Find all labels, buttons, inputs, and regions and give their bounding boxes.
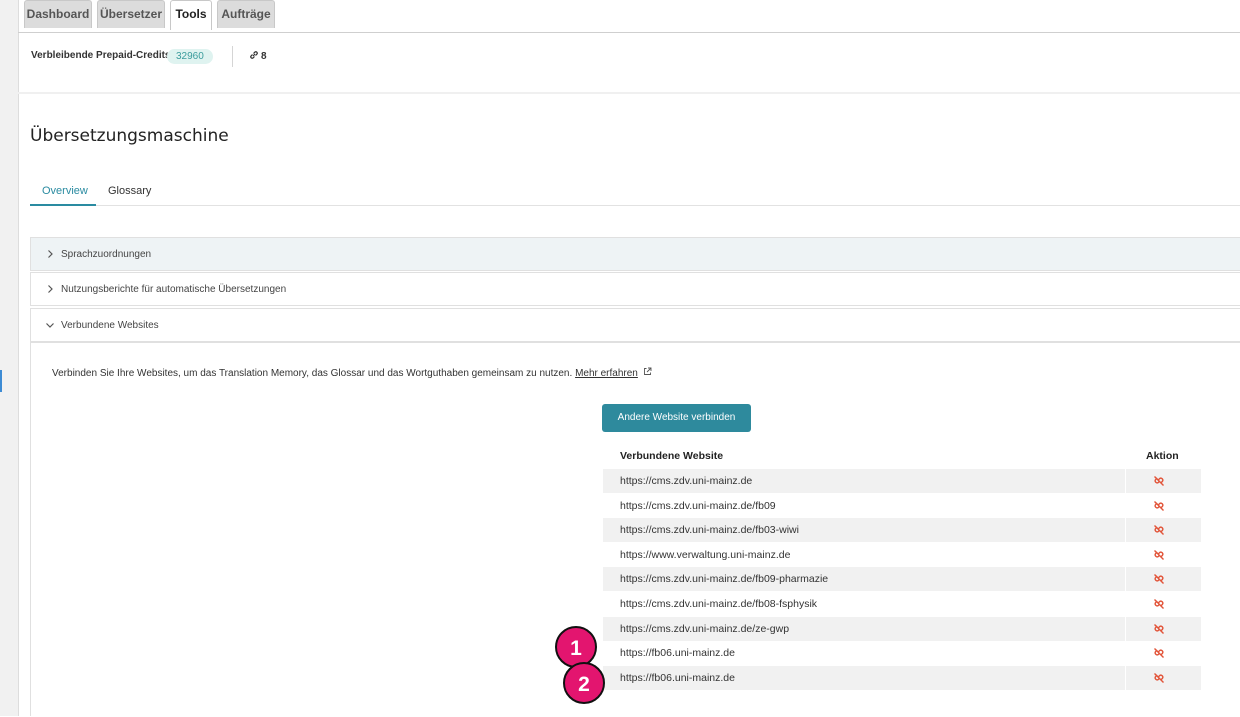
page-title: Übersetzungsmaschine xyxy=(30,126,229,146)
tab-tools[interactable]: Tools xyxy=(170,0,212,30)
table-row: https://cms.zdv.uni-mainz.de/fb03-wiwi xyxy=(603,518,1201,542)
external-link-icon xyxy=(643,367,652,375)
website-url: https://cms.zdv.uni-mainz.de xyxy=(620,475,753,487)
accordion-verbundene-websites[interactable]: Verbundene Websites xyxy=(30,308,1240,342)
unlink-icon[interactable] xyxy=(1152,572,1166,586)
header-separator xyxy=(18,92,1240,94)
tab-auftraege[interactable]: Aufträge xyxy=(217,0,275,28)
unlink-icon[interactable] xyxy=(1152,548,1166,562)
chevron-right-icon xyxy=(44,248,56,260)
link-icon xyxy=(250,51,258,59)
cell-separator xyxy=(1125,518,1126,542)
credits-divider xyxy=(232,46,233,67)
cell-separator xyxy=(1125,567,1126,591)
linked-count-value: 8 xyxy=(261,51,267,62)
cell-separator xyxy=(1125,666,1126,690)
unlink-icon[interactable] xyxy=(1152,523,1166,537)
website-url: https://www.verwaltung.uni-mainz.de xyxy=(620,549,791,561)
subtab-overview[interactable]: Overview xyxy=(42,185,88,197)
table-row: https://fb06.uni-mainz.de xyxy=(603,641,1201,665)
accordion-sprachzuordnungen[interactable]: Sprachzuordnungen xyxy=(30,237,1240,271)
subtab-active-indicator xyxy=(30,204,96,206)
description-text: Verbinden Sie Ihre Websites, um das Tran… xyxy=(52,368,573,379)
accordion-label: Sprachzuordnungen xyxy=(61,249,152,260)
credits-label: Verbleibende Prepaid-Credits xyxy=(31,50,171,61)
unlink-icon[interactable] xyxy=(1152,597,1166,611)
left-rail xyxy=(0,0,19,716)
subtab-glossary[interactable]: Glossary xyxy=(108,185,151,197)
table-row: https://cms.zdv.uni-mainz.de/fb09 xyxy=(603,494,1201,518)
connected-description: Verbinden Sie Ihre Websites, um das Tran… xyxy=(52,367,652,379)
cell-separator xyxy=(1125,543,1126,567)
step-marker-1: 1 xyxy=(555,626,597,668)
cell-separator xyxy=(1125,592,1126,616)
accordion-label: Verbundene Websites xyxy=(61,320,159,331)
rail-marker xyxy=(0,370,2,392)
table-row: https://fb06.uni-mainz.de xyxy=(603,666,1201,690)
cell-separator xyxy=(1125,494,1126,518)
website-url: https://fb06.uni-mainz.de xyxy=(620,647,735,659)
table-row: https://cms.zdv.uni-mainz.de/ze-gwp xyxy=(603,617,1201,641)
website-url: https://cms.zdv.uni-mainz.de/fb03-wiwi xyxy=(620,524,799,536)
website-url: https://cms.zdv.uni-mainz.de/ze-gwp xyxy=(620,623,790,635)
unlink-icon[interactable] xyxy=(1152,499,1166,513)
unlink-icon[interactable] xyxy=(1152,671,1166,685)
table-row: https://cms.zdv.uni-mainz.de xyxy=(603,469,1201,493)
learn-more-link[interactable]: Mehr erfahren xyxy=(575,368,638,379)
chevron-right-icon xyxy=(44,283,56,295)
table-row: https://cms.zdv.uni-mainz.de/fb09-pharma… xyxy=(603,567,1201,591)
connect-website-button[interactable]: Andere Website verbinden xyxy=(602,404,751,432)
credits-badge: 32960 xyxy=(167,49,213,64)
column-header-website: Verbundene Website xyxy=(620,450,724,462)
linked-sites-count: 8 xyxy=(249,50,267,62)
website-url: https://cms.zdv.uni-mainz.de/fb09 xyxy=(620,500,776,512)
tab-dashboard[interactable]: Dashboard xyxy=(24,0,92,28)
unlink-icon[interactable] xyxy=(1152,474,1166,488)
unlink-icon[interactable] xyxy=(1152,646,1166,660)
column-header-action: Aktion xyxy=(1146,450,1179,462)
chevron-down-icon xyxy=(44,319,56,331)
subtab-baseline xyxy=(30,205,1240,206)
accordion-nutzungsberichte[interactable]: Nutzungsberichte für automatische Überse… xyxy=(30,272,1240,306)
unlink-icon[interactable] xyxy=(1152,622,1166,636)
cell-separator xyxy=(1125,641,1126,665)
website-url: https://cms.zdv.uni-mainz.de/fb08-fsphys… xyxy=(620,598,818,610)
website-url: https://cms.zdv.uni-mainz.de/fb09-pharma… xyxy=(620,573,829,585)
tab-uebersetzer[interactable]: Übersetzer xyxy=(97,0,165,28)
table-row: https://www.verwaltung.uni-mainz.de xyxy=(603,543,1201,567)
website-url: https://fb06.uni-mainz.de xyxy=(620,672,735,684)
cell-separator xyxy=(1125,617,1126,641)
accordion-label: Nutzungsberichte für automatische Überse… xyxy=(61,284,287,295)
cell-separator xyxy=(1125,469,1126,493)
table-row: https://cms.zdv.uni-mainz.de/fb08-fsphys… xyxy=(603,592,1201,616)
step-marker-2: 2 xyxy=(563,662,605,704)
